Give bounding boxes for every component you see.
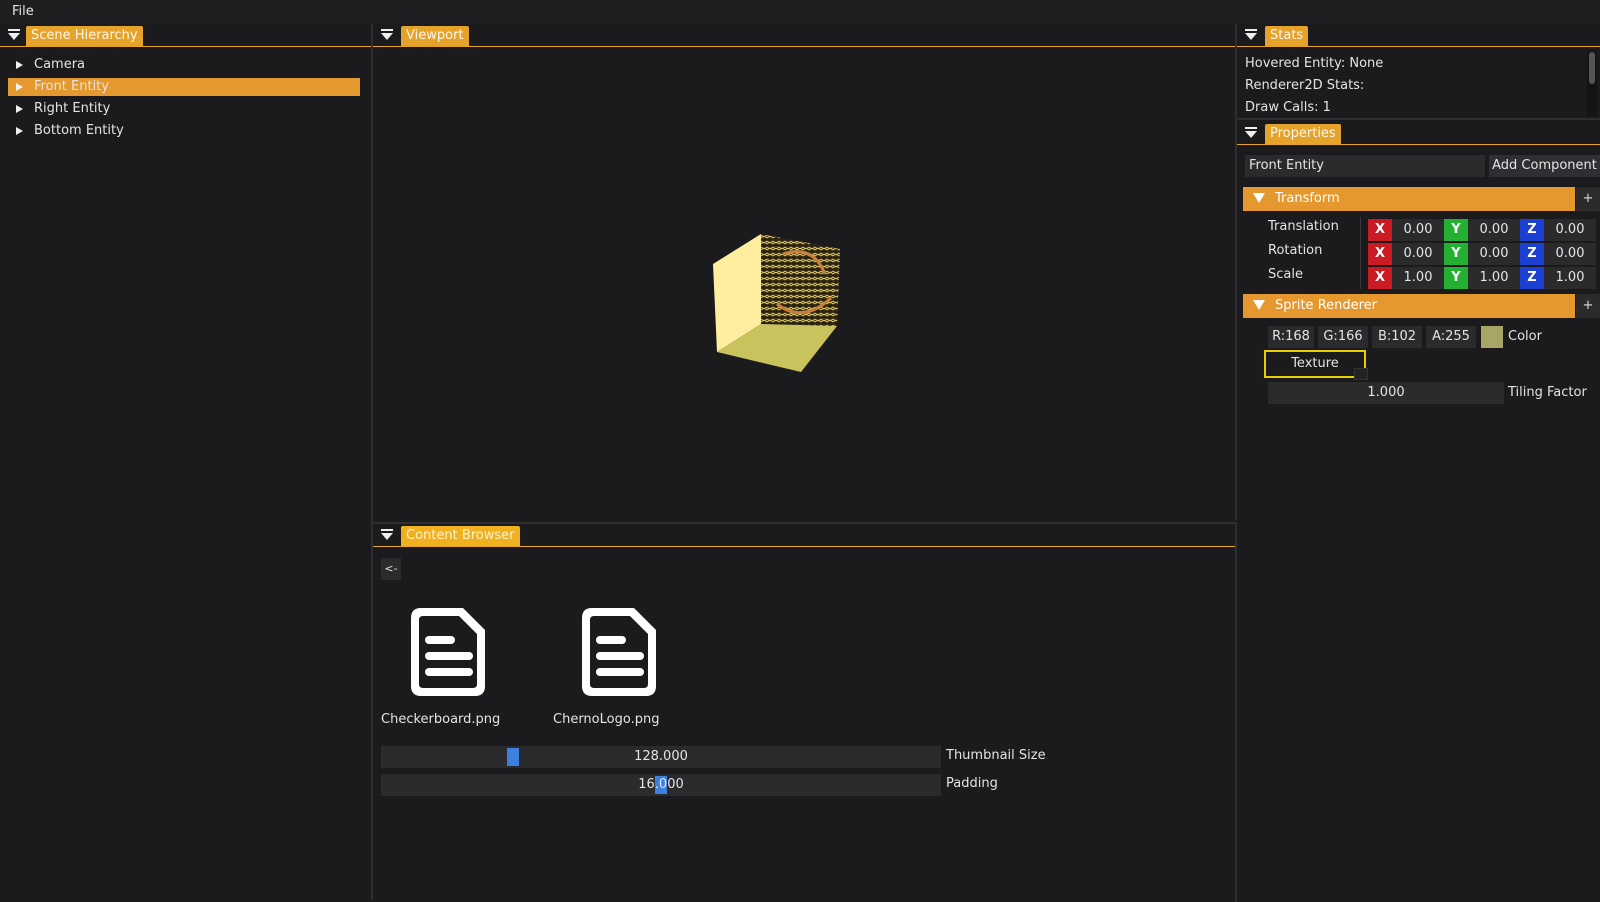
file-icon[interactable] xyxy=(409,604,489,700)
hierarchy-item-front-entity[interactable]: Front Entity xyxy=(8,78,360,96)
scrollbar-thumb[interactable] xyxy=(1589,52,1595,84)
slider-grab[interactable] xyxy=(507,748,519,766)
stats-scrollbar[interactable] xyxy=(1587,50,1597,116)
file-name: Checkerboard.png xyxy=(381,712,501,727)
stats-line-drawcalls: Draw Calls: 1 xyxy=(1245,100,1331,115)
menu-file[interactable]: File xyxy=(12,4,34,19)
translation-y-field[interactable]: 0.00 xyxy=(1468,219,1520,241)
thumbnail-size-value: 128.000 xyxy=(634,749,688,764)
scene-hierarchy-panel: Scene Hierarchy Camera Front Entity Righ… xyxy=(0,24,373,900)
tab-stats[interactable]: Stats xyxy=(1265,26,1309,46)
rotation-z-button[interactable]: Z xyxy=(1520,243,1544,265)
add-component-button[interactable]: Add Component xyxy=(1489,155,1600,177)
translation-x-button[interactable]: X xyxy=(1368,219,1392,241)
padding-label: Padding xyxy=(946,776,998,791)
entity-name-input[interactable]: Front Entity xyxy=(1245,155,1485,177)
hierarchy-item-camera[interactable]: Camera xyxy=(8,56,360,74)
scale-x-button[interactable]: X xyxy=(1368,267,1392,289)
scale-y-field[interactable]: 1.00 xyxy=(1468,267,1520,289)
add-component-label: Add Component xyxy=(1492,158,1597,173)
dropdown-icon[interactable] xyxy=(8,29,20,41)
collapse-arrow-icon[interactable] xyxy=(1253,193,1265,203)
rotation-y-button[interactable]: Y xyxy=(1444,243,1468,265)
transform-header[interactable]: Transform xyxy=(1243,187,1575,211)
viewport-tabbar: Viewport xyxy=(373,24,1235,47)
stats-line-renderer: Renderer2D Stats: xyxy=(1245,78,1365,93)
translation-z-button[interactable]: Z xyxy=(1520,219,1544,241)
hierarchy-item-right-entity[interactable]: Right Entity xyxy=(8,100,360,118)
stats-tabbar: Stats xyxy=(1237,24,1600,47)
sprite-renderer-header[interactable]: Sprite Renderer xyxy=(1243,294,1575,318)
tiling-factor-label: Tiling Factor xyxy=(1508,385,1587,400)
menu-bar: File xyxy=(0,0,1600,24)
stats-panel: Stats Hovered Entity: None Renderer2D St… xyxy=(1237,24,1600,120)
expand-arrow-icon[interactable] xyxy=(16,83,23,91)
scene-cube[interactable] xyxy=(713,234,873,384)
transform-settings-button[interactable]: + xyxy=(1576,187,1600,211)
translation-label: Translation xyxy=(1268,219,1339,234)
color-label: Color xyxy=(1508,329,1542,344)
tab-scene-hierarchy[interactable]: Scene Hierarchy xyxy=(26,26,143,46)
tab-viewport[interactable]: Viewport xyxy=(401,26,469,46)
texture-drop-target[interactable] xyxy=(1354,368,1368,380)
back-button[interactable]: <- xyxy=(381,558,401,580)
tab-content-browser[interactable]: Content Browser xyxy=(401,526,520,546)
tiling-factor-value: 1.000 xyxy=(1367,385,1405,400)
color-g-field[interactable]: G:166 xyxy=(1318,326,1368,348)
translation-x-field[interactable]: 0.00 xyxy=(1392,219,1444,241)
scale-y-button[interactable]: Y xyxy=(1444,267,1468,289)
color-swatch[interactable] xyxy=(1481,326,1503,348)
tiling-factor-field[interactable]: 1.000 xyxy=(1268,382,1504,404)
padding-slider[interactable]: 16.000 xyxy=(381,774,941,796)
properties-tabbar: Properties xyxy=(1237,122,1600,145)
expand-arrow-icon[interactable] xyxy=(16,61,23,69)
texture-button[interactable]: Texture xyxy=(1264,350,1368,380)
file-icon[interactable] xyxy=(580,604,660,700)
hierarchy-item-label: Right Entity xyxy=(34,101,111,116)
scale-z-field[interactable]: 1.00 xyxy=(1544,267,1596,289)
expand-arrow-icon[interactable] xyxy=(16,127,23,135)
expand-arrow-icon[interactable] xyxy=(16,105,23,113)
content-browser-panel: Content Browser <- Checkerboard.png Cher… xyxy=(373,522,1237,902)
hierarchy-item-bottom-entity[interactable]: Bottom Entity xyxy=(8,122,360,140)
dropdown-icon[interactable] xyxy=(1245,127,1257,139)
thumbnail-size-slider[interactable]: 128.000 xyxy=(381,746,941,768)
transform-column-divider xyxy=(1360,217,1361,289)
hierarchy-item-label: Bottom Entity xyxy=(34,123,124,138)
color-a-field[interactable]: A:255 xyxy=(1426,326,1476,348)
dropdown-icon[interactable] xyxy=(1245,29,1257,41)
collapse-arrow-icon[interactable] xyxy=(1253,300,1265,310)
transform-title: Transform xyxy=(1275,191,1340,206)
dropdown-icon[interactable] xyxy=(381,29,393,41)
rotation-label: Rotation xyxy=(1268,243,1323,258)
translation-z-field[interactable]: 0.00 xyxy=(1544,219,1596,241)
rotation-z-field[interactable]: 0.00 xyxy=(1544,243,1596,265)
hierarchy-item-label: Front Entity xyxy=(34,79,109,94)
hierarchy-item-label: Camera xyxy=(34,57,86,72)
file-name: ChernoLogo.png xyxy=(553,712,660,727)
stats-line-hovered: Hovered Entity: None xyxy=(1245,56,1384,71)
texture-label: Texture xyxy=(1291,356,1339,371)
entity-name-value: Front Entity xyxy=(1249,158,1324,173)
color-b-field[interactable]: B:102 xyxy=(1372,326,1422,348)
dropdown-icon[interactable] xyxy=(381,529,393,541)
sprite-renderer-settings-button[interactable]: + xyxy=(1576,294,1600,318)
viewport-panel[interactable]: Viewport xyxy=(373,24,1237,520)
rotation-x-field[interactable]: 0.00 xyxy=(1392,243,1444,265)
scale-z-button[interactable]: Z xyxy=(1520,267,1544,289)
scale-label: Scale xyxy=(1268,267,1303,282)
translation-y-button[interactable]: Y xyxy=(1444,219,1468,241)
rotation-y-field[interactable]: 0.00 xyxy=(1468,243,1520,265)
scene-hierarchy-tabbar: Scene Hierarchy xyxy=(0,24,371,47)
tab-properties[interactable]: Properties xyxy=(1265,124,1341,144)
sprite-renderer-title: Sprite Renderer xyxy=(1275,298,1378,313)
padding-value: 16.000 xyxy=(638,777,684,792)
thumbnail-size-label: Thumbnail Size xyxy=(946,748,1046,763)
scale-x-field[interactable]: 1.00 xyxy=(1392,267,1444,289)
content-browser-tabbar: Content Browser xyxy=(373,524,1235,547)
rotation-x-button[interactable]: X xyxy=(1368,243,1392,265)
color-r-field[interactable]: R:168 xyxy=(1268,326,1314,348)
